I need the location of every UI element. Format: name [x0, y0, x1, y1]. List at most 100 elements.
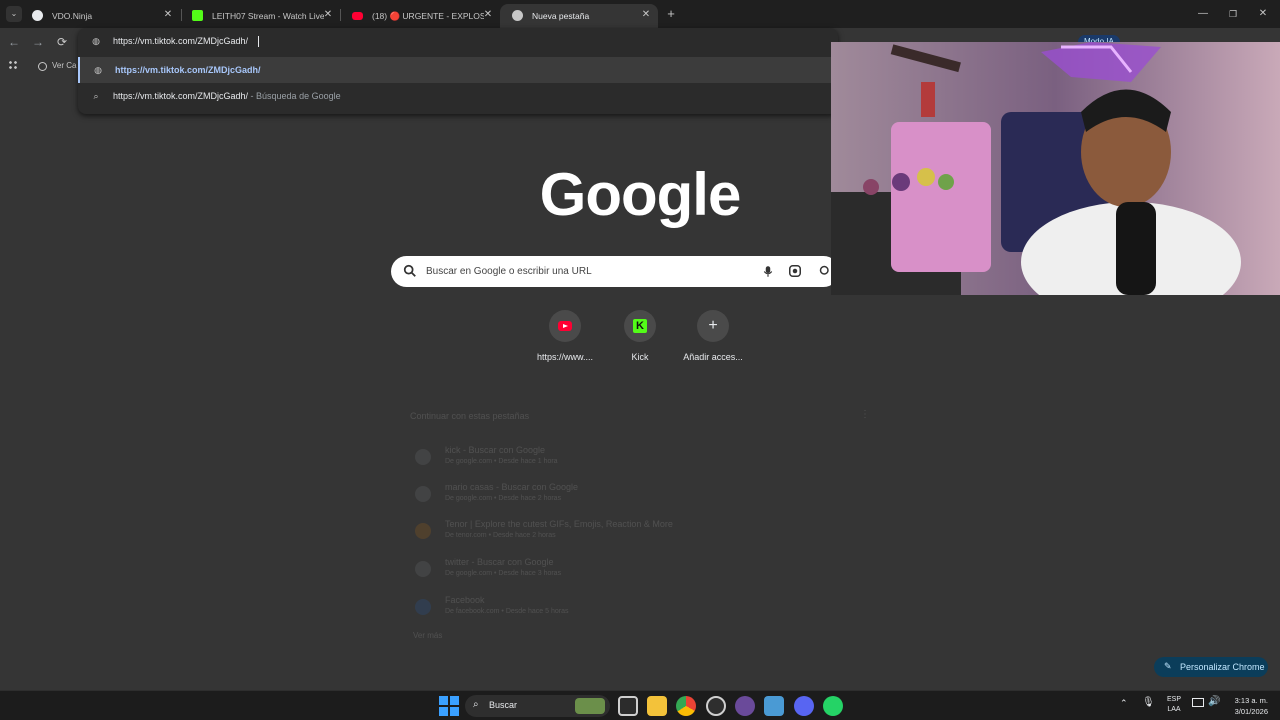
globe-icon: ◍	[94, 65, 102, 75]
chrome-icon[interactable]	[676, 696, 696, 716]
search-placeholder: Buscar en Google o escribir una URL	[426, 266, 592, 277]
close-icon[interactable]: ✕	[482, 9, 494, 21]
ai-mode-icon[interactable]	[819, 265, 831, 277]
tab-strip: ⌄ VDO.Ninja ✕ LEITH07 Stream - Watch Liv…	[0, 0, 1280, 28]
shortcut-add[interactable]: + Añadir acces...	[673, 310, 753, 362]
restore-button[interactable]: ❐	[1226, 7, 1240, 21]
more-options-icon[interactable]: ⋮	[860, 409, 870, 420]
history-item[interactable]: twitter - Buscar con Google De google.co…	[415, 557, 865, 591]
windows-start-icon[interactable]	[439, 696, 459, 716]
close-icon[interactable]: ✕	[322, 9, 334, 21]
history-item[interactable]: kick - Buscar con Google De google.com •…	[415, 445, 865, 479]
facebook-icon	[415, 599, 431, 615]
youtube-icon	[352, 12, 363, 20]
suggestion-text: https://vm.tiktok.com/ZMDjcGadh/	[113, 91, 249, 101]
youtube-icon	[549, 310, 581, 342]
search-icon: ⌕	[93, 91, 99, 101]
apps-grid-icon[interactable]	[8, 60, 18, 70]
history-title: Continuar con estas pestañas	[410, 411, 530, 421]
streaming-app-icon[interactable]	[735, 696, 755, 716]
google-logo: Google	[539, 161, 742, 228]
text-cursor	[258, 36, 259, 47]
obs-icon[interactable]	[706, 696, 726, 716]
tab-label: (18) 🔴 URGENTE - EXPLOSIONES	[372, 10, 484, 21]
display-icon[interactable]	[1192, 698, 1204, 707]
volume-icon[interactable]: 🔊	[1208, 696, 1220, 707]
chrome-icon	[512, 10, 523, 21]
history-item-sub: De facebook.com • Desde hace 5 horas	[445, 608, 569, 615]
forward-button[interactable]: →	[30, 34, 46, 50]
clock-date: 3/01/2026	[1234, 707, 1268, 716]
language-indicator[interactable]: ESP LAA	[1164, 695, 1184, 715]
google-icon	[415, 486, 431, 502]
tab-label: LEITH07 Stream - Watch Live or	[212, 11, 324, 21]
close-icon[interactable]: ✕	[640, 9, 652, 21]
chevron-up-icon[interactable]: ⌃	[1120, 698, 1128, 709]
omnibox-input-row[interactable]: ◍ https://vm.tiktok.com/ZMDjcGadh/	[78, 28, 838, 54]
history-module: Continuar con estas pestañas ⋮ kick - Bu…	[405, 405, 875, 650]
history-item-title: mario casas - Buscar con Google	[445, 482, 579, 492]
history-item-sub: De google.com • Desde hace 1 hora	[445, 458, 558, 465]
globe-icon: ◍	[92, 36, 100, 46]
taskbar-search-label: Buscar	[489, 700, 518, 710]
ntp-search-box[interactable]: Buscar en Google o escribir una URL	[391, 256, 839, 287]
clock-time: 3:13 a. m.	[1234, 696, 1268, 705]
clock[interactable]: 3:13 a. m. 3/01/2026	[1222, 695, 1278, 717]
history-item-title: Tenor | Explore the cutest GIFs, Emojis,…	[445, 519, 673, 529]
whatsapp-icon[interactable]	[823, 696, 843, 716]
customize-chrome-button[interactable]: ✎ Personalizar Chrome	[1154, 657, 1268, 677]
pencil-icon: ✎	[1164, 661, 1172, 671]
reload-button[interactable]: ⟳	[54, 34, 70, 50]
discord-icon[interactable]	[794, 696, 814, 716]
history-item-title: Facebook	[445, 595, 485, 605]
omnibox-suggestion-url[interactable]: ◍ https://vm.tiktok.com/ZMDjcGadh/	[78, 57, 838, 83]
bookmark-label: Ver Ca	[52, 61, 77, 70]
close-icon[interactable]: ✕	[162, 9, 174, 21]
omnibox-dropdown: ◍ https://vm.tiktok.com/ZMDjcGadh/ ◍ htt…	[78, 28, 838, 114]
search-icon: ⌕	[473, 699, 479, 710]
lang-bottom: LAA	[1167, 706, 1181, 713]
omnibox-input[interactable]: https://vm.tiktok.com/ZMDjcGadh/	[113, 36, 248, 46]
history-item-title: twitter - Buscar con Google	[445, 557, 554, 567]
history-item[interactable]: Tenor | Explore the cutest GIFs, Emojis,…	[415, 519, 865, 553]
history-item[interactable]: Facebook De facebook.com • Desde hace 5 …	[415, 595, 865, 629]
taskbar: ⌕ Buscar ⌃ 🎙 ESP LAA 🔊 3:13 a. m. 3/01/2…	[0, 690, 1280, 720]
microphone-icon[interactable]: 🎙	[1142, 697, 1155, 708]
history-item[interactable]: mario casas - Buscar con Google De googl…	[415, 482, 865, 516]
shortcut-kick[interactable]: K Kick	[600, 310, 680, 362]
webcam-image	[831, 42, 1280, 295]
lang-top: ESP	[1166, 696, 1181, 703]
tab-leith07-stream[interactable]: LEITH07 Stream - Watch Live or ✕	[180, 4, 340, 28]
tab-vdo-ninja[interactable]: VDO.Ninja ✕	[20, 4, 180, 28]
close-window-button[interactable]: ✕	[1256, 7, 1270, 21]
shortcut-label: Añadir acces...	[683, 352, 743, 362]
google-icon	[415, 449, 431, 465]
tab-youtube-urgente[interactable]: (18) 🔴 URGENTE - EXPLOSIONES ✕	[340, 4, 500, 28]
omnibox-suggestion-search[interactable]: ⌕ https://vm.tiktok.com/ZMDjcGadh/ - Bús…	[78, 83, 838, 109]
minimize-button[interactable]: —	[1196, 7, 1210, 21]
back-button[interactable]: ←	[6, 34, 22, 50]
store-icon[interactable]	[618, 696, 638, 716]
shortcut-youtube[interactable]: https://www....	[525, 310, 605, 362]
notepad-icon[interactable]	[764, 696, 784, 716]
shortcut-label: https://www....	[536, 352, 594, 362]
new-tab-button[interactable]: +	[664, 7, 678, 21]
globe-icon	[38, 61, 47, 71]
tab-nueva-pestana[interactable]: Nueva pestaña ✕	[500, 4, 658, 28]
file-explorer-icon[interactable]	[647, 696, 667, 716]
kick-icon	[192, 10, 203, 21]
see-more-link[interactable]: Ver más	[413, 631, 442, 640]
tab-label: Nueva pestaña	[532, 11, 590, 21]
google-icon	[415, 561, 431, 577]
vdo-ninja-icon	[32, 10, 43, 21]
shortcut-label: Kick	[631, 352, 649, 362]
tab-label: VDO.Ninja	[52, 11, 93, 21]
suggestion-text: https://vm.tiktok.com/ZMDjcGadh/	[115, 65, 261, 75]
google-lens-icon[interactable]	[789, 265, 801, 277]
microphone-icon[interactable]	[762, 265, 774, 278]
taskbar-search[interactable]: ⌕ Buscar	[465, 695, 610, 717]
bookmark-item[interactable]: Ver Ca	[38, 59, 76, 73]
history-item-title: kick - Buscar con Google	[445, 445, 546, 455]
history-item-sub: De tenor.com • Desde hace 2 horas	[445, 532, 556, 539]
customize-label: Personalizar Chrome	[1180, 662, 1265, 672]
